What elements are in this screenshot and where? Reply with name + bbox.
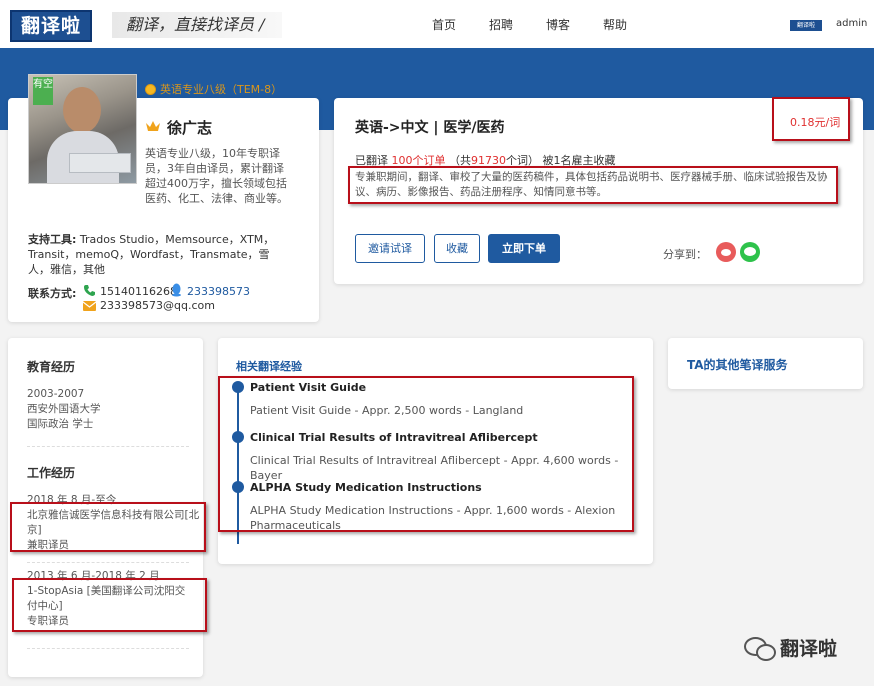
weibo-share-icon[interactable] <box>716 242 736 262</box>
watermark: 翻译啦 <box>744 634 837 661</box>
translator-bio: 英语专业八级，10年专职译员，3年自由译员，累计翻译超过400万字，擅长领域包括… <box>145 147 288 205</box>
crown-icon <box>146 121 160 131</box>
highlight-work-1 <box>10 502 206 552</box>
nav-help[interactable]: 帮助 <box>603 16 627 33</box>
supported-tools: 支持工具: Trados Studio，Memsource，XTM，Transi… <box>28 232 288 277</box>
experience-title: 相关翻译经验 <box>236 360 302 373</box>
qq-icon <box>172 283 181 297</box>
divider <box>27 648 189 649</box>
work-title: 工作经历 <box>27 466 76 480</box>
other-services-title[interactable]: TA的其他笔译服务 <box>687 356 788 373</box>
mail-icon <box>83 301 96 311</box>
site-slogan: 翻译，直接找译员 / <box>112 12 282 38</box>
level-badge-text: 英语专业八级（TEM-8） <box>160 83 283 96</box>
highlight-experience <box>218 376 634 532</box>
phone-icon <box>84 285 95 296</box>
contact-label: 联系方式: <box>28 287 77 300</box>
level-badge: 英语专业八级（TEM-8） <box>145 81 282 97</box>
education-major: 国际政治 学士 <box>27 418 94 430</box>
phone-number[interactable]: 15140116268 <box>100 285 177 298</box>
watermark-text: 翻译啦 <box>780 638 838 660</box>
user-name[interactable]: admin <box>836 18 867 29</box>
other-services-card: TA的其他笔译服务 <box>668 338 863 389</box>
favorite-button[interactable]: 收藏 <box>434 234 480 263</box>
user-avatar-logo[interactable]: 翻译啦 <box>790 20 822 31</box>
education-title: 教育经历 <box>27 360 76 374</box>
divider <box>27 562 189 563</box>
main-nav: 首页 招聘 博客 帮助 <box>432 16 660 33</box>
education-school: 西安外国语大学 <box>27 403 101 415</box>
medal-icon <box>145 83 156 95</box>
service-title: 英语->中文 | 医学/医药 <box>355 120 505 136</box>
share-label: 分享到： <box>663 248 707 261</box>
tools-label: 支持工具: <box>28 233 77 246</box>
invite-trial-button[interactable]: 邀请试译 <box>355 234 425 263</box>
order-now-button[interactable]: 立即下单 <box>488 234 560 263</box>
availability-tag: 有空 <box>33 77 53 105</box>
nav-jobs[interactable]: 招聘 <box>489 16 513 33</box>
nav-home[interactable]: 首页 <box>432 16 456 33</box>
site-logo[interactable]: 翻译啦 <box>10 10 92 42</box>
highlight-price <box>772 97 850 141</box>
highlight-work-2 <box>12 578 207 632</box>
education-years: 2003-2007 <box>27 388 85 400</box>
wechat-watermark-icon <box>744 635 776 661</box>
highlight-description <box>348 166 838 204</box>
wechat-share-icon[interactable] <box>740 242 760 262</box>
divider <box>27 446 189 447</box>
translator-name: 徐广志 <box>167 119 213 137</box>
qq-number[interactable]: 233398573 <box>187 285 250 298</box>
nav-blog[interactable]: 博客 <box>546 16 570 33</box>
top-navbar: 翻译啦 翻译，直接找译员 / 首页 招聘 博客 帮助 翻译啦 admin <box>0 0 874 48</box>
email-address[interactable]: 233398573@qq.com <box>100 299 215 312</box>
